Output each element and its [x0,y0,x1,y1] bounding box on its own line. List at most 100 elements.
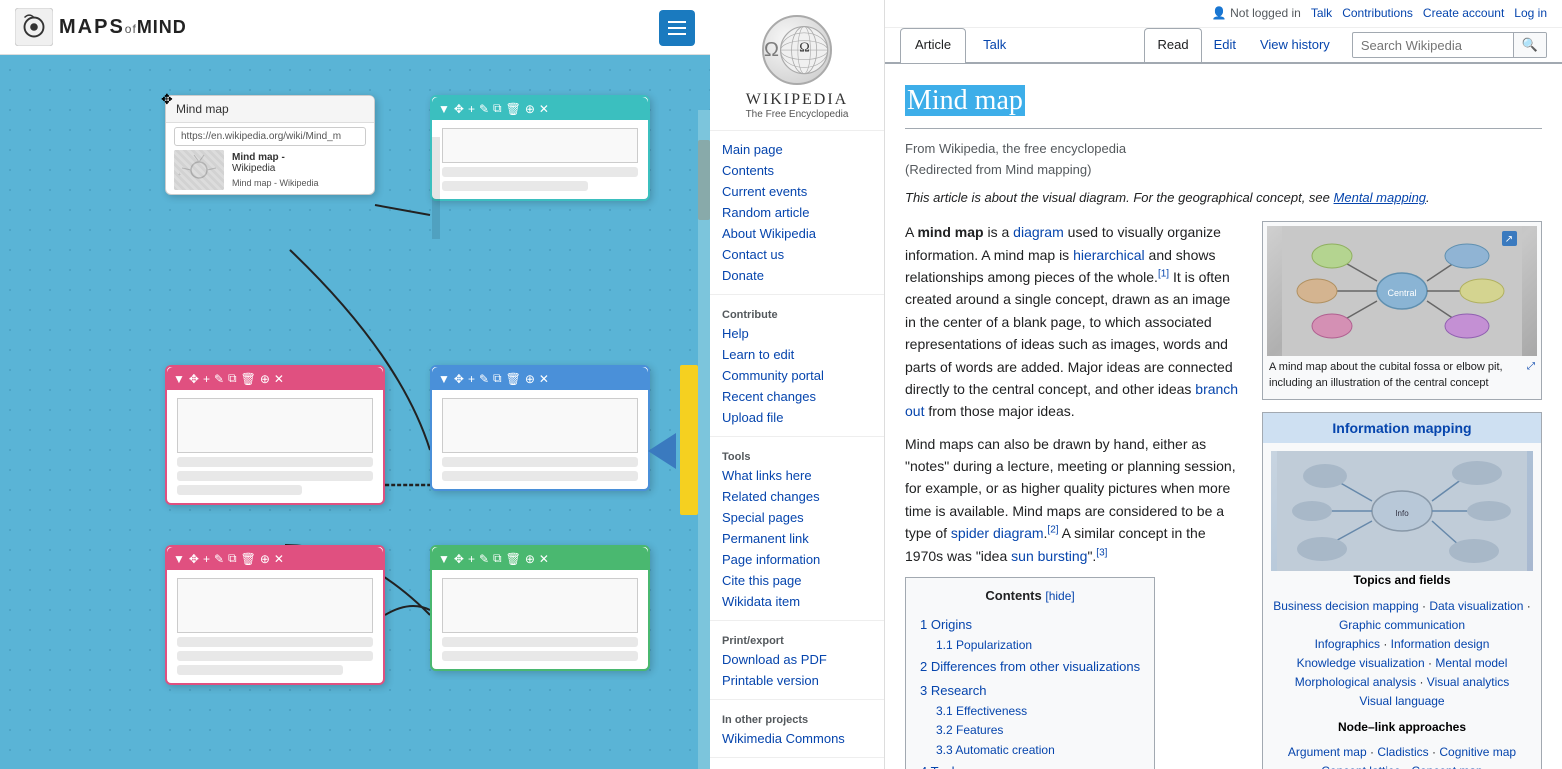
zoom-icon[interactable]: ⊕ [260,372,270,386]
mindmap-preview-card[interactable]: Mind map https://en.wikipedia.org/wiki/M… [165,95,375,195]
search-button[interactable]: 🔍 [1513,33,1546,57]
mental-mapping-link[interactable]: Mental mapping [1334,190,1427,205]
copy-icon[interactable]: ⧉ [493,551,502,566]
move-icon[interactable]: ✥ [189,552,199,566]
toc-item-effectiveness[interactable]: 3.1 Effectiveness [936,702,1140,721]
contributions-link[interactable]: Contributions [1342,4,1413,23]
expand-icon[interactable]: ▼ [173,552,185,566]
edit-icon[interactable]: ✎ [214,372,224,386]
copy-icon[interactable]: ⧉ [493,371,502,386]
zoom-icon[interactable]: ⊕ [525,372,535,386]
tab-article[interactable]: Article [900,28,966,63]
mental-model-link[interactable]: Mental model [1435,656,1507,670]
nav-learn-edit[interactable]: Learn to edit [710,344,884,365]
search-input[interactable] [1353,34,1513,57]
toc-hide[interactable]: [hide] [1045,589,1074,603]
hierarchical-link[interactable]: hierarchical [1073,247,1145,263]
toc-item-popularization[interactable]: 1.1 Popularization [936,636,1140,655]
nav-cite-page[interactable]: Cite this page [710,570,884,591]
nav-download-pdf[interactable]: Download as PDF [710,649,884,670]
move-icon[interactable]: ✥ [454,102,464,116]
concept-map-link[interactable]: Concept map [1411,764,1482,769]
nav-help[interactable]: Help [710,323,884,344]
add-icon[interactable]: + [468,552,475,566]
toc-item-differences[interactable]: 2 Differences from other visualizations [920,655,1140,678]
toc-item-tools[interactable]: 4 Tools [920,760,1140,769]
cognitive-map-link[interactable]: Cognitive map [1439,745,1516,759]
business-decision-link[interactable]: Business decision mapping [1273,599,1418,613]
expand-icon[interactable]: ▼ [438,102,450,116]
tab-talk[interactable]: Talk [968,28,1021,62]
branch-out-link[interactable]: branch out [905,381,1238,419]
nav-donate[interactable]: Donate [710,265,884,286]
nav-related-changes[interactable]: Related changes [710,486,884,507]
copy-icon[interactable]: ⧉ [493,101,502,116]
close-icon[interactable]: ✕ [274,552,284,566]
nav-community-portal[interactable]: Community portal [710,365,884,386]
knowledge-viz-link[interactable]: Knowledge visualization [1297,656,1425,670]
talk-link[interactable]: Talk [1311,4,1332,23]
pink2-card[interactable]: ▼ ✥ + ✎ ⧉ 🗑 ⊕ ✕ [165,545,385,685]
graphic-comm-link[interactable]: Graphic communication [1339,618,1465,632]
add-icon[interactable]: + [203,552,210,566]
visual-analytics-link[interactable]: Visual analytics [1427,675,1510,689]
blue-card[interactable]: ▼ ✥ + ✎ ⧉ 🗑 ⊕ ✕ [430,365,650,491]
delete-icon[interactable]: 🗑 [241,552,256,566]
action-edit[interactable]: Edit [1202,29,1248,62]
expand-icon[interactable]: ▼ [173,372,185,386]
delete-icon[interactable]: 🗑 [241,372,256,386]
add-icon[interactable]: + [468,102,475,116]
edit-icon[interactable]: ✎ [479,372,489,386]
info-design-link[interactable]: Information design [1391,637,1490,651]
toc-item-origins[interactable]: 1 Origins [920,613,1140,636]
expand-icon[interactable]: ▼ [438,372,450,386]
spider-diagram-link[interactable]: spider diagram [951,525,1044,541]
move-icon[interactable]: ✥ [454,552,464,566]
concept-lattice-link[interactable]: Concept lattice [1321,764,1400,769]
visual-language-link[interactable]: Visual language [1359,694,1444,708]
login-link[interactable]: Log in [1514,4,1547,23]
hamburger-button[interactable] [659,10,695,46]
zoom-icon[interactable]: ⊕ [260,552,270,566]
close-icon[interactable]: ✕ [539,102,549,116]
action-read[interactable]: Read [1144,28,1201,62]
copy-icon[interactable]: ⧉ [228,551,237,566]
morphological-link[interactable]: Morphological analysis [1295,675,1416,689]
nav-recent-changes[interactable]: Recent changes [710,386,884,407]
delete-icon[interactable]: 🗑 [506,102,521,116]
cladistics-link[interactable]: Cladistics [1377,745,1428,759]
nav-random-article[interactable]: Random article [710,202,884,223]
add-icon[interactable]: + [203,372,210,386]
expand-icon[interactable]: ⤢ [1527,360,1535,374]
create-account-link[interactable]: Create account [1423,4,1504,23]
nav-wikidata[interactable]: Wikidata item [710,591,884,612]
delete-icon[interactable]: 🗑 [506,372,521,386]
green-card[interactable]: ▼ ✥ + ✎ ⧉ 🗑 ⊕ ✕ [430,545,650,671]
nav-permanent-link[interactable]: Permanent link [710,528,884,549]
nav-page-info[interactable]: Page information [710,549,884,570]
diagram-link[interactable]: diagram [1013,224,1064,240]
copy-icon[interactable]: ⧉ [228,371,237,386]
action-view-history[interactable]: View history [1248,29,1342,62]
data-viz-link[interactable]: Data visualization [1429,599,1523,613]
zoom-icon[interactable]: ⊕ [525,102,535,116]
edit-icon[interactable]: ✎ [479,102,489,116]
move-icon[interactable]: ✥ [189,372,199,386]
toc-item-automatic[interactable]: 3.3 Automatic creation [936,741,1140,760]
nav-contents[interactable]: Contents [710,160,884,181]
add-icon[interactable]: + [468,372,475,386]
edit-icon[interactable]: ✎ [214,552,224,566]
nav-what-links[interactable]: What links here [710,465,884,486]
infographics-link[interactable]: Infographics [1315,637,1380,651]
nav-upload-file[interactable]: Upload file [710,407,884,428]
zoom-icon[interactable]: ⊕ [525,552,535,566]
nav-about-wikipedia[interactable]: About Wikipedia [710,223,884,244]
nav-printable[interactable]: Printable version [710,670,884,691]
scrollbar[interactable] [698,110,710,769]
argument-map-link[interactable]: Argument map [1288,745,1367,759]
nav-main-page[interactable]: Main page [710,139,884,160]
expand-icon[interactable]: ▼ [438,552,450,566]
edit-icon[interactable]: ✎ [479,552,489,566]
nav-special-pages[interactable]: Special pages [710,507,884,528]
toc-item-research[interactable]: 3 Research [920,679,1140,702]
